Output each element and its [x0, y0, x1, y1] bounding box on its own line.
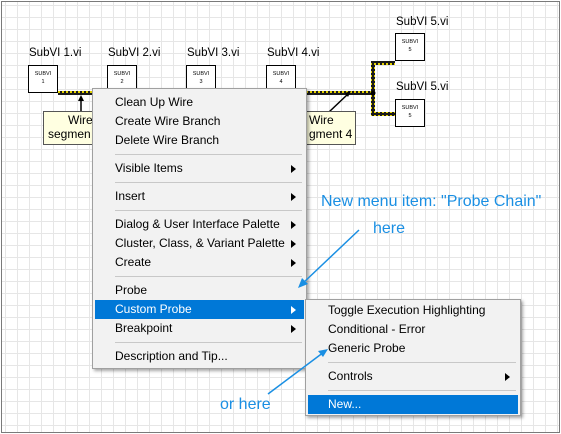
submenu-arrow-icon — [291, 165, 296, 173]
menu-item-label: Dialog & User Interface Palette — [115, 217, 280, 231]
menu-item-clean-up-wire[interactable]: Clean Up Wire — [95, 93, 304, 112]
submenu-arrow-icon — [291, 259, 296, 267]
menu-item-label: Custom Probe — [115, 302, 192, 316]
submenu-arrow-icon — [291, 193, 296, 201]
menu-item-custom-probe[interactable]: Custom Probe — [95, 300, 304, 319]
submenu-arrow-icon — [291, 306, 296, 314]
callout-text: here — [373, 220, 406, 237]
submenu-arrow-icon — [291, 221, 296, 229]
subvi-label: SUBVI — [34, 71, 52, 77]
custom-probe-submenu: Toggle Execution Highlighting Conditiona… — [305, 299, 521, 416]
note-text: segmen — [48, 127, 91, 141]
subvi-number: 5 — [408, 47, 412, 53]
wire-context-menu: Clean Up Wire Create Wire Branch Delete … — [92, 88, 307, 369]
menu-item-toggle-execution-highlighting[interactable]: Toggle Execution Highlighting — [308, 301, 518, 320]
menu-item-label: Generic Probe — [328, 341, 406, 355]
menu-item-new[interactable]: New... — [308, 395, 518, 414]
menu-item-label: Conditional - Error — [328, 322, 426, 336]
menu-item-label: Insert — [115, 189, 146, 203]
subvi-title: SubVI 4.vi — [267, 47, 320, 59]
block-diagram-canvas[interactable]: SubVI 1.vi SUBVI 1 SubVI 2.vi SUBVI 2 Su… — [1, 1, 560, 433]
wire-segment[interactable] — [371, 61, 375, 93]
subvi-number: 2 — [120, 79, 124, 85]
subvi-label: SUBVI — [113, 71, 131, 77]
menu-item-visible-items[interactable]: Visible Items — [95, 159, 304, 178]
wire-junction — [370, 90, 376, 96]
wire-segment[interactable] — [371, 61, 395, 65]
menu-separator — [115, 276, 302, 277]
menu-separator — [115, 342, 302, 343]
subvi-number: 3 — [199, 79, 203, 85]
menu-item-probe[interactable]: Probe — [95, 281, 304, 300]
menu-item-label: Create Wire Branch — [115, 114, 221, 128]
menu-item-label: Description and Tip... — [115, 349, 228, 363]
callout-text: or here — [220, 396, 271, 413]
menu-item-label: Probe — [115, 283, 148, 297]
menu-item-label: Breakpoint — [115, 321, 173, 335]
menu-item-label: New... — [328, 397, 362, 411]
menu-item-cluster-class-variant-palette[interactable]: Cluster, Class, & Variant Palette — [95, 234, 304, 253]
wire-segment[interactable] — [371, 112, 395, 116]
subvi-title: SubVI 3.vi — [187, 47, 240, 59]
note-text: Wire — [309, 113, 334, 127]
menu-item-label: Clean Up Wire — [115, 95, 194, 109]
note-arrowhead — [78, 95, 84, 101]
menu-item-conditional-error[interactable]: Conditional - Error — [308, 320, 518, 339]
subvi-label: SUBVI — [192, 71, 210, 77]
menu-item-label: Create — [115, 255, 152, 269]
note-arrow — [328, 93, 349, 113]
menu-item-generic-probe[interactable]: Generic Probe — [308, 339, 518, 358]
subvi-label: SUBVI — [401, 39, 419, 45]
menu-item-label: Controls — [328, 369, 373, 383]
menu-item-delete-wire-branch[interactable]: Delete Wire Branch — [95, 131, 304, 150]
subvi-node[interactable]: SUBVI 5 — [395, 99, 425, 127]
menu-item-controls[interactable]: Controls — [308, 367, 518, 386]
menu-item-label: Delete Wire Branch — [115, 133, 220, 147]
menu-item-create[interactable]: Create — [95, 253, 304, 272]
menu-item-insert[interactable]: Insert — [95, 187, 304, 206]
submenu-arrow-icon — [291, 240, 296, 248]
menu-separator — [115, 154, 302, 155]
menu-item-label: Toggle Execution Highlighting — [328, 303, 486, 317]
subvi-title: SubVI 5.vi — [396, 16, 449, 28]
menu-separator — [115, 210, 302, 211]
callout-text: New menu item: "Probe Chain" — [321, 193, 542, 210]
menu-separator — [115, 182, 302, 183]
menu-item-breakpoint[interactable]: Breakpoint — [95, 319, 304, 338]
menu-item-create-wire-branch[interactable]: Create Wire Branch — [95, 112, 304, 131]
subvi-number: 5 — [408, 113, 412, 119]
submenu-arrow-icon — [505, 373, 510, 381]
subvi-title: SubVI 1.vi — [29, 47, 82, 59]
note-text: gment 4 — [309, 127, 353, 141]
menu-item-dialog-ui-palette[interactable]: Dialog & User Interface Palette — [95, 215, 304, 234]
subvi-label: SUBVI — [401, 105, 419, 111]
submenu-arrow-icon — [291, 325, 296, 333]
subvi-title: SubVI 5.vi — [396, 81, 449, 93]
subvi-number: 1 — [41, 79, 45, 85]
subvi-label: SUBVI — [272, 71, 290, 77]
subvi-node[interactable]: SUBVI 5 — [395, 33, 425, 61]
menu-separator — [328, 362, 516, 363]
subvi-title: SubVI 2.vi — [108, 47, 161, 59]
subvi-node[interactable]: SUBVI 1 — [28, 65, 58, 93]
menu-item-label: Cluster, Class, & Variant Palette — [115, 236, 285, 250]
menu-item-description-and-tip[interactable]: Description and Tip... — [95, 347, 304, 366]
subvi-number: 4 — [279, 79, 283, 85]
menu-separator — [328, 390, 516, 391]
menu-item-label: Visible Items — [115, 161, 183, 175]
